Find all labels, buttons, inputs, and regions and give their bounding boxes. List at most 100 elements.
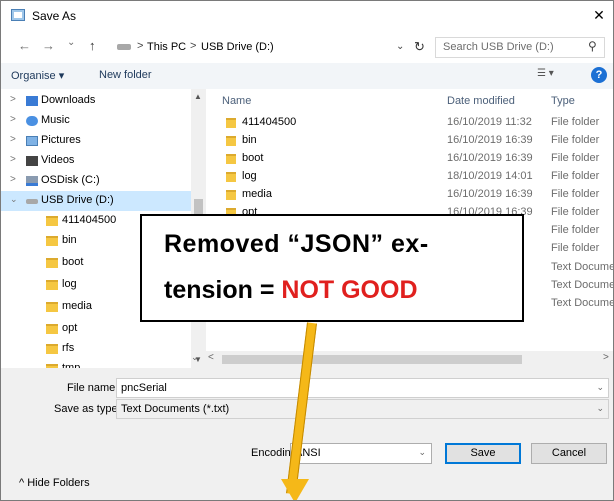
- close-button[interactable]: ✕: [589, 5, 609, 25]
- recent-locations-icon[interactable]: ⌄: [67, 37, 75, 48]
- table-row[interactable]: boot 16/10/2019 16:39 File folder: [206, 150, 613, 168]
- usb-drive-icon: [117, 44, 131, 50]
- file-name-field[interactable]: pncSerial ⌄: [116, 378, 609, 398]
- search-input[interactable]: Search USB Drive (D:) ⚲: [435, 37, 605, 58]
- refresh-icon[interactable]: ↻: [414, 39, 425, 55]
- up-arrow-icon[interactable]: ↑: [89, 38, 96, 53]
- breadcrumb-usb-drive[interactable]: USB Drive (D:): [201, 41, 274, 53]
- nav-label: media: [62, 300, 92, 312]
- table-row[interactable]: log 18/10/2019 14:01 File folder: [206, 168, 613, 186]
- folder-icon: [46, 258, 58, 268]
- file-type: File folder: [551, 188, 600, 200]
- save-type-label: Save as type:: [54, 403, 121, 415]
- forward-arrow-icon[interactable]: →: [42, 38, 55, 53]
- scroll-left-icon[interactable]: <: [208, 352, 214, 363]
- scroll-up-icon[interactable]: ▲: [194, 92, 202, 101]
- save-as-dialog: Save As ✕ ← → ⌄ ↑ > This PC > USB Drive …: [0, 0, 614, 501]
- nav-item-downloads[interactable]: > Downloads: [1, 91, 191, 111]
- folder-icon: [46, 344, 58, 354]
- table-row[interactable]: 411404500 16/10/2019 11:32 File folder: [206, 114, 613, 132]
- hide-folders-button[interactable]: ^ Hide Folders: [19, 477, 90, 489]
- help-icon[interactable]: ?: [591, 67, 607, 83]
- address-bar[interactable]: > This PC > USB Drive (D:) ⌄ ↻: [110, 37, 435, 59]
- breadcrumb-separator: >: [190, 40, 197, 52]
- nav-item-pictures[interactable]: > Pictures: [1, 131, 191, 151]
- column-header-date[interactable]: Date modified: [447, 95, 515, 107]
- folder-icon: [226, 172, 236, 182]
- nav-item-music[interactable]: > Music: [1, 111, 191, 131]
- file-name: log: [242, 170, 257, 182]
- cancel-button[interactable]: Cancel: [531, 443, 607, 464]
- downloads-icon: [26, 96, 38, 106]
- horizontal-scrollbar[interactable]: ⌄ < >: [191, 351, 613, 368]
- scroll-down-icon[interactable]: ⌄: [191, 352, 199, 363]
- table-row[interactable]: media 16/10/2019 16:39 File folder: [206, 186, 613, 204]
- organise-button[interactable]: Organise ▾: [11, 69, 64, 82]
- chevron-down-icon[interactable]: ⌄: [596, 403, 604, 414]
- annotation-line-2-prefix: tension =: [164, 276, 282, 304]
- back-arrow-icon[interactable]: ←: [18, 38, 31, 53]
- nav-label: Downloads: [41, 94, 96, 106]
- nav-item-videos[interactable]: > Videos: [1, 151, 191, 171]
- address-dropdown-icon[interactable]: ⌄: [396, 41, 404, 52]
- file-name-label: File name:: [67, 382, 119, 394]
- file-type: File folder: [551, 152, 600, 164]
- annotation-line-2: tension = NOT GOOD: [164, 276, 418, 305]
- nav-item-osdisk[interactable]: > OSDisk (C:): [1, 171, 191, 191]
- file-name: 411404500: [242, 116, 297, 128]
- column-header-type[interactable]: Type: [551, 95, 575, 107]
- nav-item-rfs[interactable]: rfs: [1, 339, 191, 359]
- collapse-chevron-icon[interactable]: ⌄: [10, 194, 18, 205]
- save-type-value: Text Documents (*.txt): [121, 403, 230, 415]
- nav-label: USB Drive (D:): [41, 194, 114, 206]
- folder-icon: [46, 236, 58, 246]
- chevron-down-icon[interactable]: ⌄: [418, 447, 426, 458]
- table-row[interactable]: bin 16/10/2019 16:39 File folder: [206, 132, 613, 150]
- file-name: boot: [242, 152, 264, 164]
- folder-icon: [226, 154, 236, 164]
- scroll-right-icon[interactable]: >: [603, 352, 609, 363]
- command-bar: Organise ▾ New folder ☰ ▾ ?: [1, 63, 613, 89]
- column-header-name[interactable]: Name: [222, 95, 251, 107]
- file-type: File folder: [551, 170, 600, 182]
- folder-icon: [46, 216, 58, 226]
- search-placeholder: Search USB Drive (D:): [443, 41, 554, 53]
- nav-label: Videos: [41, 154, 75, 166]
- breadcrumb-this-pc[interactable]: This PC: [147, 41, 186, 53]
- file-type: Text Documen: [551, 297, 613, 309]
- expand-chevron-icon[interactable]: >: [10, 134, 16, 145]
- encoding-select[interactable]: ANSI ⌄: [290, 443, 432, 464]
- expand-chevron-icon[interactable]: >: [10, 114, 16, 125]
- file-type: Text Documen: [551, 261, 613, 273]
- save-button[interactable]: Save: [445, 443, 521, 464]
- annotation-callout: Removed “JSON” ex- tension = NOT GOOD: [140, 214, 524, 322]
- file-type: File folder: [551, 242, 600, 254]
- save-type-select[interactable]: Text Documents (*.txt) ⌄: [116, 399, 609, 419]
- nav-item-usb-drive[interactable]: ⌄ USB Drive (D:): [1, 191, 191, 211]
- annotation-arrow-head: [281, 479, 309, 500]
- file-name-value: pncSerial: [121, 382, 167, 394]
- window-title: Save As: [32, 9, 77, 23]
- nav-label: OSDisk (C:): [41, 174, 100, 186]
- horizontal-scroll-thumb[interactable]: [222, 355, 522, 364]
- folder-icon: [226, 190, 236, 200]
- folder-icon: [46, 280, 58, 290]
- annotation-highlight: NOT GOOD: [281, 276, 418, 304]
- expand-chevron-icon[interactable]: >: [10, 154, 16, 165]
- file-type: Text Documen: [551, 279, 613, 291]
- expand-chevron-icon[interactable]: >: [10, 174, 16, 185]
- expand-chevron-icon[interactable]: >: [10, 94, 16, 105]
- dialog-icon: [11, 9, 25, 21]
- file-name: bin: [242, 134, 257, 146]
- search-icon[interactable]: ⚲: [588, 39, 597, 53]
- file-date: 16/10/2019 16:39: [447, 188, 533, 200]
- nav-label: rfs: [62, 342, 75, 354]
- file-name: media: [242, 188, 272, 200]
- annotation-line-1: Removed “JSON” ex-: [164, 230, 429, 258]
- view-options-icon[interactable]: ☰ ▾: [537, 68, 554, 79]
- sort-ascending-icon: ⌃: [321, 89, 329, 95]
- file-type: File folder: [551, 206, 600, 218]
- new-folder-button[interactable]: New folder: [99, 69, 152, 81]
- chevron-down-icon[interactable]: ⌄: [596, 382, 604, 393]
- nav-item-opt[interactable]: opt: [1, 319, 191, 339]
